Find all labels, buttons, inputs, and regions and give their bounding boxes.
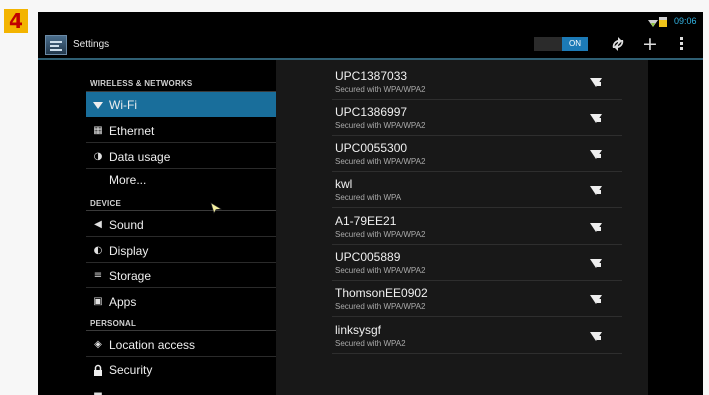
wifi-toggle[interactable]: ON (534, 37, 588, 51)
network-security: Secured with WPA/WPA2 (335, 85, 426, 94)
sidebar-item-label: Storage (109, 269, 152, 283)
wifi-signal-lock-icon (590, 223, 602, 232)
network-item[interactable]: A1-79EE21 Secured with WPA/WPA2 (332, 209, 622, 245)
toggle-on-label: ON (562, 37, 588, 51)
settings-app-icon[interactable] (45, 35, 67, 55)
action-bar: Settings ON + (38, 32, 703, 60)
network-ssid: ThomsonEE0902 (335, 286, 428, 300)
sidebar-item-label: More... (109, 173, 147, 187)
sidebar-item-label: Apps (109, 295, 137, 309)
overflow-menu-icon[interactable] (679, 37, 683, 51)
divider (86, 210, 276, 211)
network-security: Secured with WPA (335, 193, 402, 202)
status-time: 09:06 (674, 16, 697, 26)
step-number-badge: 4 (4, 9, 28, 33)
network-ssid: linksysgf (335, 323, 382, 337)
display-icon: ◐ (93, 245, 103, 256)
network-security: Secured with WPA2 (335, 339, 406, 348)
network-item[interactable]: UPC0055300 Secured with WPA/WPA2 (332, 136, 622, 172)
network-item[interactable]: UPC005889 Secured with WPA/WPA2 (332, 245, 622, 281)
network-item[interactable]: kwl Secured with WPA (332, 172, 622, 208)
sidebar-item-location-access[interactable]: ◈ Location access (86, 332, 276, 357)
wifi-signal-lock-icon (590, 259, 602, 268)
storage-icon: ≡ (93, 270, 103, 281)
section-header-wireless: WIRELESS & NETWORKS (90, 79, 193, 88)
wps-scan-icon[interactable] (610, 36, 626, 52)
network-ssid: UPC1386997 (335, 105, 408, 119)
lock-icon (94, 364, 102, 376)
network-item[interactable]: UPC1386997 Secured with WPA/WPA2 (332, 100, 622, 136)
language-icon: ▬ (93, 389, 103, 395)
wifi-signal-lock-icon (590, 186, 602, 195)
ethernet-icon: ▦ (93, 125, 103, 136)
sidebar-item-label: Sound (109, 218, 144, 232)
network-ssid: A1-79EE21 (335, 214, 397, 228)
android-screen: 09:06 Settings ON + WIRELESS & NETWORKS … (38, 12, 703, 395)
network-ssid: UPC0055300 (335, 141, 408, 155)
network-ssid: kwl (335, 177, 353, 191)
wifi-signal-lock-icon (590, 114, 602, 123)
sidebar-item-data-usage[interactable]: ◑ Data usage (86, 144, 276, 169)
network-security: Secured with WPA/WPA2 (335, 230, 426, 239)
network-security: Secured with WPA/WPA2 (335, 302, 426, 311)
data-usage-icon: ◑ (93, 151, 103, 162)
network-security: Secured with WPA/WPA2 (335, 121, 426, 130)
wifi-network-list: UPC1387033 Secured with WPA/WPA2 UPC1386… (276, 60, 648, 395)
location-icon: ◈ (94, 339, 102, 350)
sidebar-item-ethernet[interactable]: ▦ Ethernet (86, 118, 276, 143)
sidebar-item-storage[interactable]: ≡ Storage (86, 263, 276, 288)
sidebar-item-label: Display (109, 244, 149, 258)
network-item[interactable]: ThomsonEE0902 Secured with WPA/WPA2 (332, 281, 622, 317)
network-ssid: UPC1387033 (335, 69, 408, 83)
page-title: Settings (73, 39, 110, 50)
section-header-personal: PERSONAL (90, 319, 137, 328)
settings-sidebar: WIRELESS & NETWORKS Wi-Fi ▦ Ethernet ◑ D… (86, 60, 276, 395)
sidebar-item-wifi[interactable]: Wi-Fi (86, 92, 276, 117)
network-security: Secured with WPA/WPA2 (335, 157, 426, 166)
sidebar-item-label: Data usage (109, 150, 171, 164)
sidebar-item-security[interactable]: Security (86, 357, 276, 382)
sidebar-item-apps[interactable]: ▣ Apps (86, 289, 276, 314)
divider (86, 330, 276, 331)
sidebar-item-more[interactable]: More... (86, 170, 276, 192)
section-header-device: DEVICE (90, 199, 121, 208)
sidebar-item-label: Security (109, 363, 153, 377)
wifi-icon (93, 102, 103, 109)
wifi-signal-lock-icon (590, 78, 602, 87)
network-security: Secured with WPA/WPA2 (335, 266, 426, 275)
sidebar-item-label: Wi-Fi (109, 98, 137, 112)
wifi-signal-lock-icon (590, 332, 602, 341)
mouse-cursor-icon (210, 202, 222, 214)
add-network-icon[interactable]: + (642, 35, 658, 54)
sidebar-item-label: Ethernet (109, 124, 155, 138)
wifi-signal-lock-icon (590, 295, 602, 304)
status-bar: 09:06 (38, 12, 703, 32)
network-item[interactable]: UPC1387033 Secured with WPA/WPA2 (332, 64, 622, 100)
sidebar-item-label: Location access (109, 338, 196, 352)
network-item[interactable]: linksysgf Secured with WPA2 (332, 318, 622, 354)
sidebar-item-partial[interactable]: ▬ (86, 382, 276, 395)
speaker-icon: ◀︎ (94, 219, 102, 230)
battery-icon (659, 17, 667, 27)
wifi-status-icon (648, 20, 658, 27)
sidebar-item-sound[interactable]: ◀︎ Sound (86, 212, 276, 237)
apps-icon: ▣ (93, 296, 103, 307)
network-ssid: UPC005889 (335, 250, 401, 264)
wifi-signal-lock-icon (590, 150, 602, 159)
sidebar-item-display[interactable]: ◐ Display (86, 238, 276, 263)
